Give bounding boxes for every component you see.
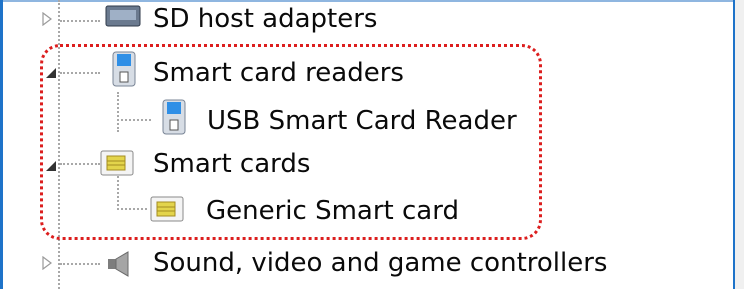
expand-arrow-icon[interactable] <box>40 256 54 270</box>
tree-node-sound-video-game-controllers[interactable]: Sound, video and game controllers <box>40 244 660 288</box>
highlight-annotation <box>40 44 542 240</box>
expand-arrow-icon[interactable] <box>40 12 54 26</box>
device-manager-window: SD host adapters Smart card readers USB … <box>0 0 744 289</box>
device-tree: SD host adapters Smart card readers USB … <box>0 0 744 289</box>
sd-adapter-icon <box>105 5 141 27</box>
speaker-icon <box>108 251 129 277</box>
tree-node-label: SD host adapters <box>153 4 378 34</box>
tree-node-label: Sound, video and game controllers <box>153 248 608 278</box>
tree-node-sd-host-adapters[interactable]: SD host adapters <box>40 0 440 44</box>
